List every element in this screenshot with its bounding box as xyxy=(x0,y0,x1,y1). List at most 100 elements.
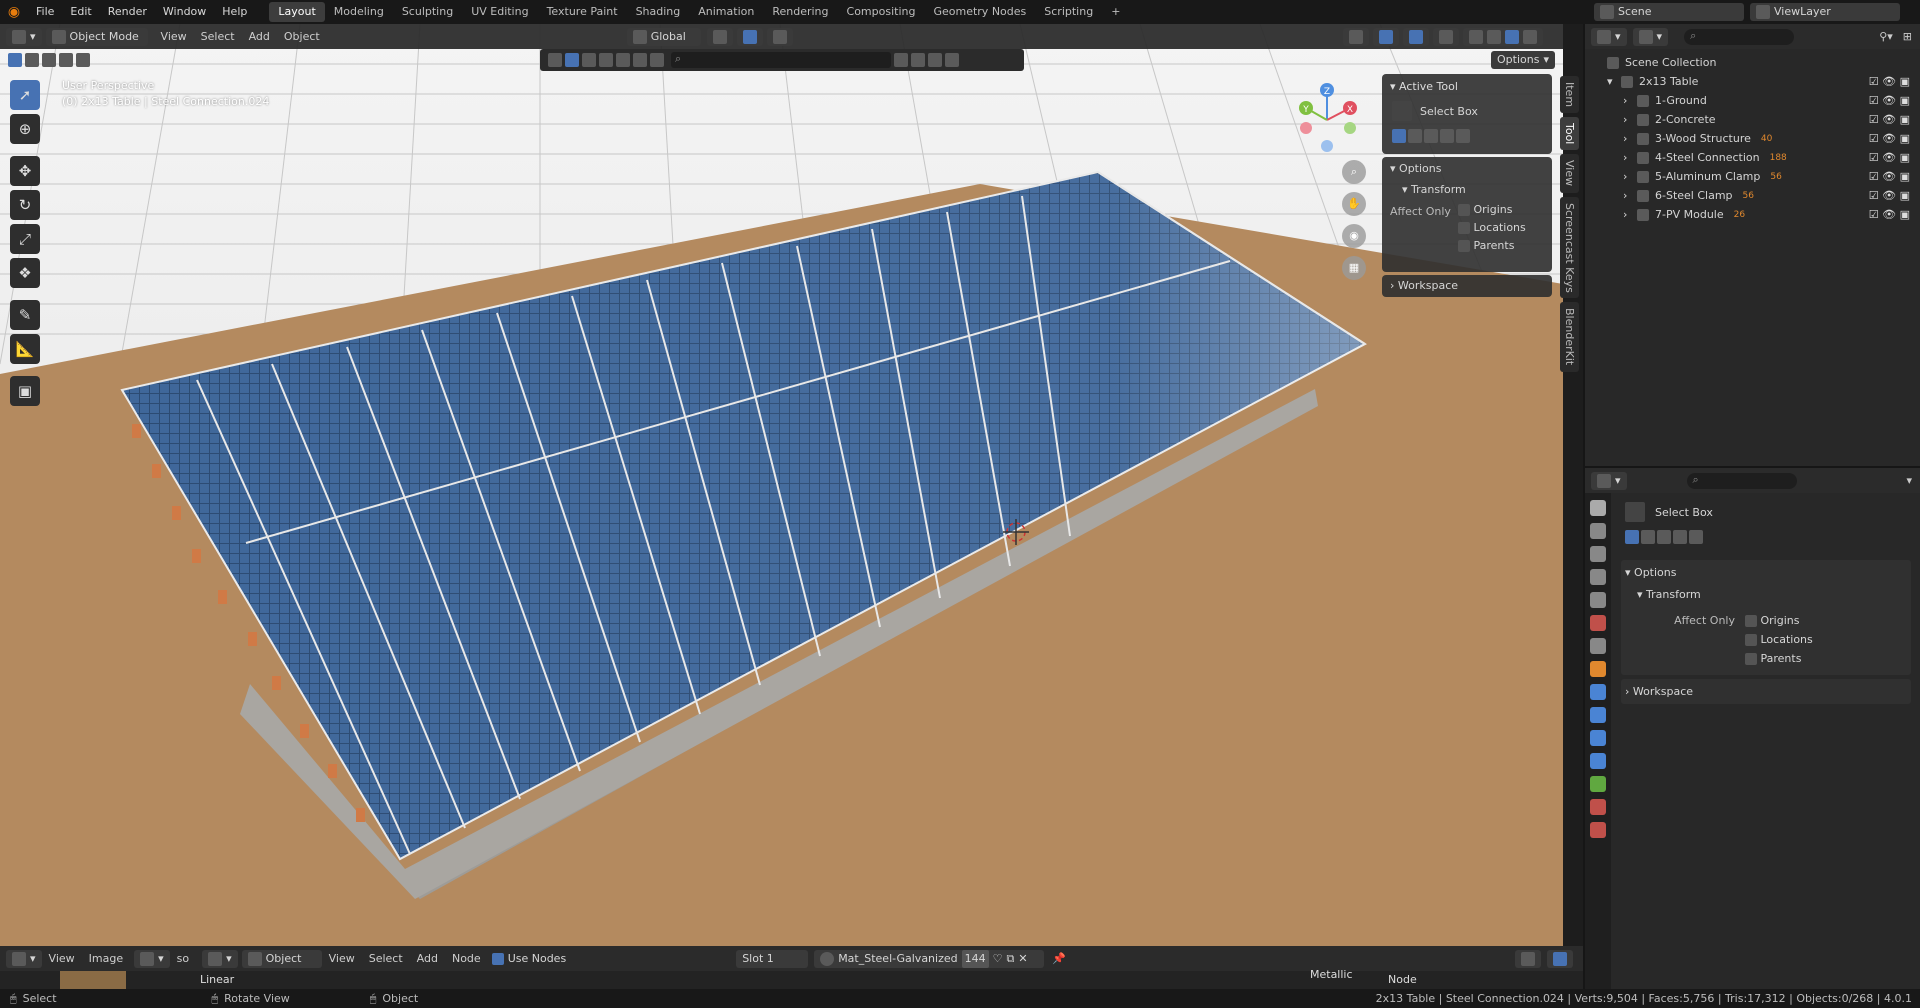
collection-visibility-icons[interactable]: ☑ 👁 ▣ xyxy=(1869,75,1910,88)
physics-tab-icon[interactable] xyxy=(1590,730,1606,746)
zoom-icon[interactable]: ⌕ xyxy=(1342,160,1366,184)
workspace-section[interactable]: › Workspace xyxy=(1382,275,1552,297)
tool-mode-buttons[interactable] xyxy=(1382,123,1552,149)
display-mode-selector[interactable]: ▾ xyxy=(1632,27,1669,46)
active-tool-header[interactable]: ▾ Active Tool xyxy=(1382,74,1552,99)
tab-compositing[interactable]: Compositing xyxy=(838,2,925,22)
viewport-menu-select[interactable]: Select xyxy=(194,30,242,43)
move-tool[interactable]: ✥ xyxy=(10,156,40,186)
camera-icon[interactable]: ◉ xyxy=(1342,224,1366,248)
funnel-icon[interactable] xyxy=(928,53,942,67)
3d-viewport[interactable]: ▾ Object Mode View Select Add Object Glo… xyxy=(0,24,1563,946)
duplicate-icon[interactable]: ⧉ xyxy=(1007,950,1015,968)
shading-mode-buttons[interactable] xyxy=(1463,27,1543,46)
properties-search-input[interactable]: ⌕ xyxy=(1686,472,1797,489)
expand-arrow-icon[interactable]: › xyxy=(1623,113,1637,126)
snap-node-button[interactable] xyxy=(1515,949,1541,968)
outliner-filter-icon[interactable]: ⚲▾ xyxy=(1879,30,1893,43)
data-tab-icon[interactable] xyxy=(1590,776,1606,792)
properties-editor-type[interactable]: ▾ xyxy=(1591,471,1627,490)
tab-animation[interactable]: Animation xyxy=(689,2,763,22)
use-nodes-checkbox[interactable]: Use Nodes xyxy=(491,952,566,965)
gizmo-toggle[interactable] xyxy=(1373,27,1399,46)
select-subtract-icon[interactable] xyxy=(42,53,56,67)
options-button[interactable]: Options ▾ xyxy=(1491,51,1555,69)
expand-arrow-icon[interactable]: ▾ xyxy=(1607,75,1621,88)
world-icon[interactable] xyxy=(616,53,630,67)
constraints-tab-icon[interactable] xyxy=(1590,753,1606,769)
fake-user-icon[interactable]: ♡ xyxy=(993,950,1003,968)
properties-options-header[interactable]: ▾ Options xyxy=(1625,566,1907,579)
properties-origins-checkbox[interactable]: Origins xyxy=(1745,614,1813,627)
shader-editor-type[interactable]: ▾ xyxy=(202,949,238,968)
shield-icon[interactable] xyxy=(945,53,959,67)
new-collection-icon[interactable]: ⊞ xyxy=(1903,30,1912,43)
item-visibility-icons[interactable]: ☑ 👁 ▣ xyxy=(1869,170,1910,183)
tab-texture-paint[interactable]: Texture Paint xyxy=(538,2,627,22)
outliner-item[interactable]: › 7-PV Module 26 ☑ 👁 ▣ xyxy=(1585,205,1920,224)
menu-edit[interactable]: Edit xyxy=(62,0,99,24)
material-selector[interactable]: Mat_Steel-Galvanized 144 ♡ ⧉ ✕ xyxy=(814,949,1045,968)
scale-tool[interactable]: ⤢ xyxy=(10,224,40,254)
rotate-tool[interactable]: ↻ xyxy=(10,190,40,220)
grid-ortho-icon[interactable]: ▦ xyxy=(1342,256,1366,280)
node-overlays-toggle[interactable] xyxy=(1547,949,1573,968)
material-users-count[interactable]: 144 xyxy=(961,949,989,968)
transform-tool[interactable]: ❖ xyxy=(10,258,40,288)
shader-menu-add[interactable]: Add xyxy=(410,952,445,965)
image-name-field[interactable]: so xyxy=(170,952,196,965)
collection-tab-icon[interactable] xyxy=(1590,638,1606,654)
selection-mode-buttons[interactable] xyxy=(8,53,90,67)
menu-render[interactable]: Render xyxy=(100,0,155,24)
outliner-item[interactable]: › 3-Wood Structure 40 ☑ 👁 ▣ xyxy=(1585,129,1920,148)
properties-tool-row[interactable]: Select Box xyxy=(1621,496,1911,528)
select-box-tool[interactable]: ➚ xyxy=(10,80,40,110)
sidebar-tab-view[interactable]: View xyxy=(1560,154,1579,193)
cursor-tool[interactable]: ⊕ xyxy=(10,114,40,144)
item-visibility-icons[interactable]: ☑ 👁 ▣ xyxy=(1869,132,1910,145)
image-editor-type[interactable]: ▾ xyxy=(6,949,42,968)
bookmark-icon[interactable] xyxy=(894,53,908,67)
object-tab-icon[interactable] xyxy=(1590,661,1606,677)
properties-parents-checkbox[interactable]: Parents xyxy=(1745,652,1813,665)
brush-icon[interactable] xyxy=(633,53,647,67)
item-visibility-icons[interactable]: ☑ 👁 ▣ xyxy=(1869,151,1910,164)
image-menu-view[interactable]: View xyxy=(42,952,82,965)
sidebar-tab-item[interactable]: Item xyxy=(1560,76,1579,114)
shader-type-selector[interactable]: Object xyxy=(241,949,322,968)
properties-transform-header[interactable]: ▾ Transform xyxy=(1625,579,1907,610)
sidebar-tab-tool[interactable]: Tool xyxy=(1560,117,1579,151)
item-visibility-icons[interactable]: ☑ 👁 ▣ xyxy=(1869,208,1910,221)
mode-new-icon[interactable] xyxy=(1625,530,1639,544)
transform-section-header[interactable]: ▾ Transform xyxy=(1382,180,1552,199)
outliner-editor-type[interactable]: ▾ xyxy=(1591,27,1627,46)
sphere-icon[interactable] xyxy=(582,53,596,67)
filter-icon[interactable] xyxy=(548,53,562,67)
mode-invert-icon[interactable] xyxy=(1440,129,1454,143)
menu-help[interactable]: Help xyxy=(214,0,255,24)
add-workspace-button[interactable]: + xyxy=(1102,2,1129,22)
scene-collection-row[interactable]: Scene Collection xyxy=(1585,53,1920,72)
image-browse-button[interactable]: ▾ xyxy=(134,949,170,968)
image-menu-image[interactable]: Image xyxy=(82,952,130,965)
mode-extend-icon[interactable] xyxy=(1641,530,1655,544)
snap-toggle[interactable] xyxy=(736,27,763,46)
unlink-icon[interactable]: ✕ xyxy=(1018,950,1027,968)
editor-type-button[interactable]: ▾ xyxy=(6,27,42,46)
properties-workspace-section[interactable]: › Workspace xyxy=(1621,679,1911,704)
sidebar-tab-blenderkit[interactable]: BlenderKit xyxy=(1560,302,1579,372)
tab-shading[interactable]: Shading xyxy=(627,2,690,22)
navigation-gizmo[interactable]: Z X Y xyxy=(1292,80,1362,160)
particles-tab-icon[interactable] xyxy=(1590,707,1606,723)
mode-subtract-icon[interactable] xyxy=(1424,129,1438,143)
scene-selector[interactable]: Scene xyxy=(1594,3,1744,21)
viewport-menu-view[interactable]: View xyxy=(154,30,194,43)
transform-orientation-selector[interactable]: Global xyxy=(626,27,701,46)
viewport-menu-object[interactable]: Object xyxy=(277,30,327,43)
viewport-menu-add[interactable]: Add xyxy=(242,30,277,43)
tab-rendering[interactable]: Rendering xyxy=(763,2,837,22)
tool-tab-icon[interactable] xyxy=(1590,500,1606,516)
expand-arrow-icon[interactable]: › xyxy=(1623,189,1637,202)
select-invert-icon[interactable] xyxy=(59,53,73,67)
outliner-item[interactable]: › 2-Concrete ☑ 👁 ▣ xyxy=(1585,110,1920,129)
